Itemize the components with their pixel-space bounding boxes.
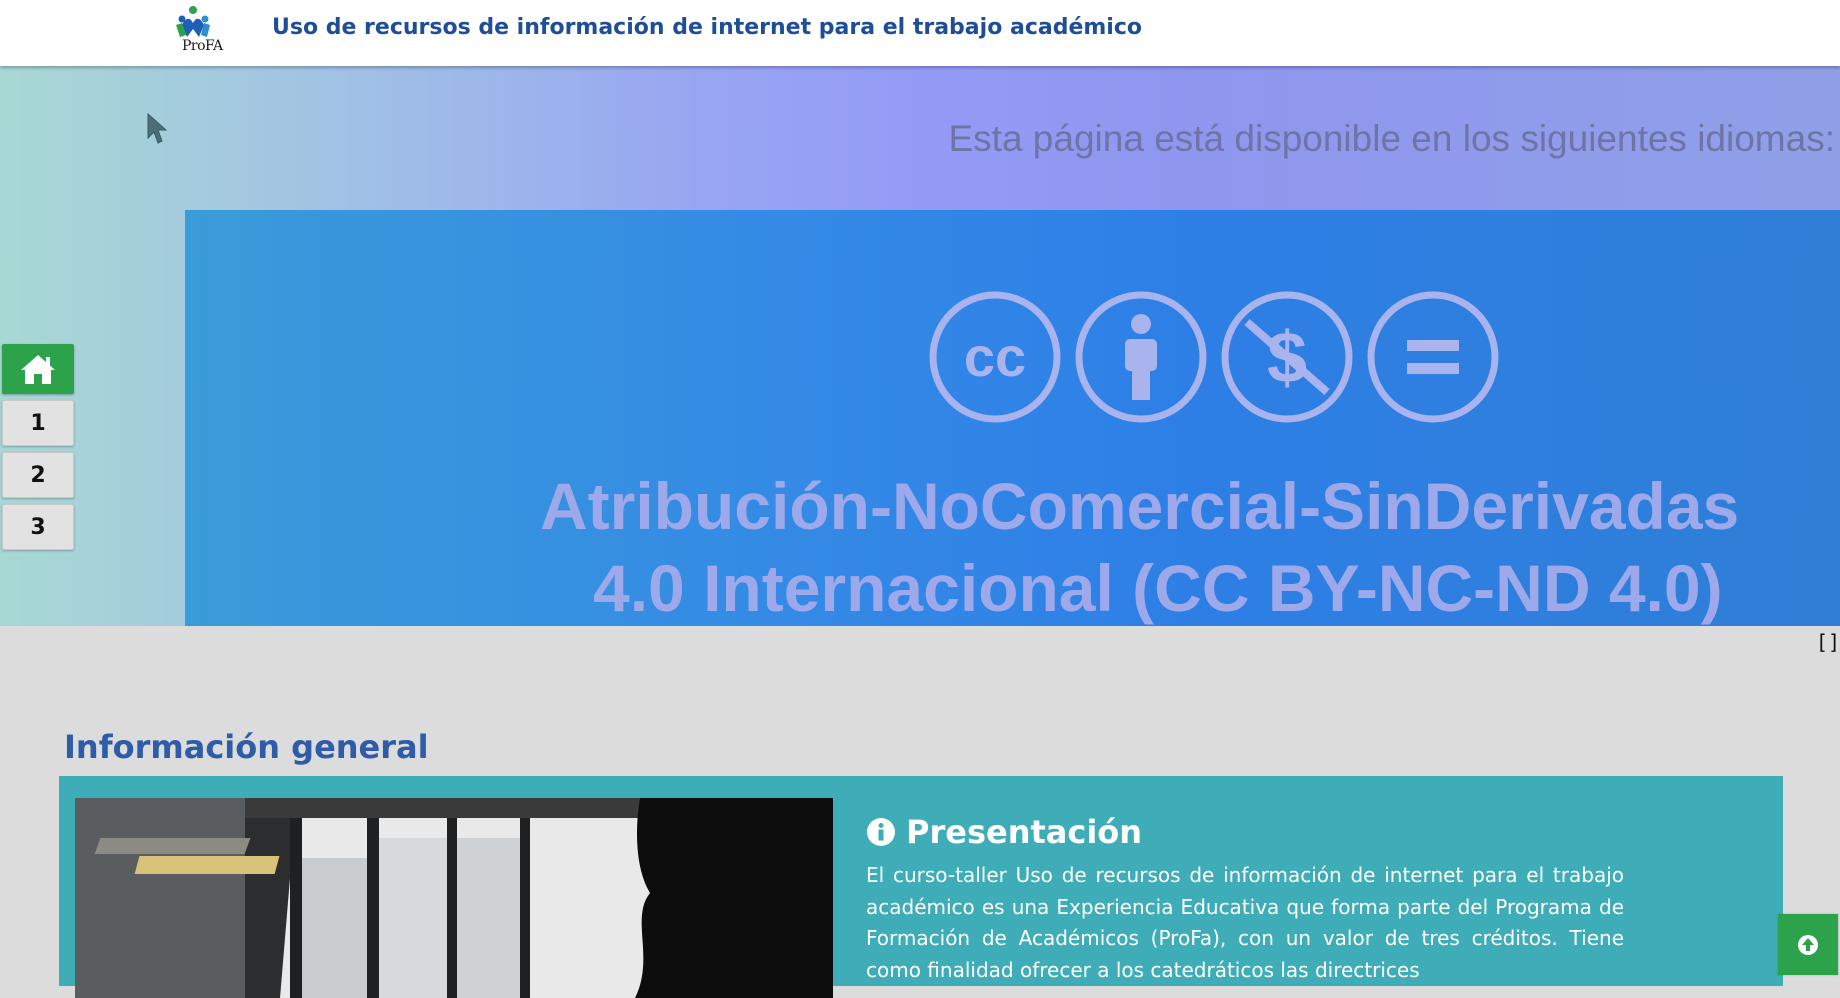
side-navigation: 1 2 3 xyxy=(2,344,74,550)
window-silhouette-image xyxy=(75,798,833,998)
nav-home-button[interactable] xyxy=(2,344,74,394)
nav-item-3[interactable]: 3 xyxy=(2,504,74,550)
attribution-icon xyxy=(1075,291,1207,423)
top-header: ProFA Uso de recursos de información de … xyxy=(0,0,1840,66)
section-title: Información general xyxy=(64,728,429,766)
bracket-text: [] xyxy=(1815,630,1840,654)
presentation-photo xyxy=(75,798,833,998)
nav-item-1[interactable]: 1 xyxy=(2,400,74,446)
noncommercial-icon: $ xyxy=(1221,291,1353,423)
mouse-cursor-icon xyxy=(147,112,168,144)
noderivatives-icon xyxy=(1367,291,1499,423)
presentation-text: El curso-taller Uso de recursos de infor… xyxy=(866,863,1624,982)
presentation-header: Presentación xyxy=(866,813,1142,851)
hero-banner: Esta página está disponible en los sigui… xyxy=(0,66,1840,626)
cc-icon-text: cc xyxy=(964,325,1026,388)
site-title[interactable]: Uso de recursos de información de intern… xyxy=(272,15,1142,40)
logo-text: ProFA xyxy=(182,38,223,54)
nav-item-2[interactable]: 2 xyxy=(2,452,74,498)
home-icon xyxy=(21,355,55,384)
license-panel: cc $ Atribución-NoComercial-SinDerivadas… xyxy=(185,210,1840,626)
language-availability-text: Esta página está disponible en los sigui… xyxy=(948,118,1835,159)
license-icons: cc $ xyxy=(929,291,1499,423)
arrow-up-circle-icon xyxy=(1798,934,1818,955)
info-box: Presentación El curso-taller Uso de recu… xyxy=(59,776,1783,998)
presentation-title: Presentación xyxy=(906,813,1143,851)
back-to-top-button[interactable] xyxy=(1778,914,1838,975)
info-icon xyxy=(867,818,895,846)
license-name-line1: Atribución-NoComercial-SinDerivadas xyxy=(540,469,1740,543)
license-name-line2: 4.0 Internacional (CC BY-NC-ND 4.0) xyxy=(593,551,1723,625)
